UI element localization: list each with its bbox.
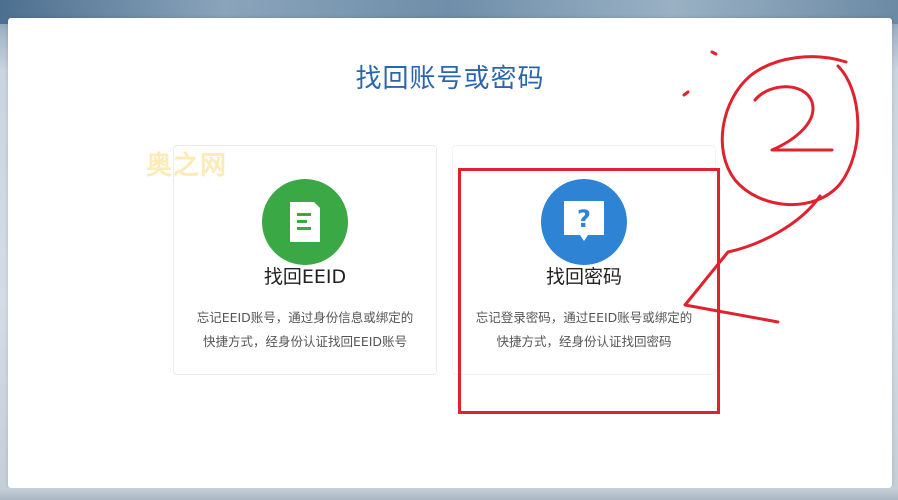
retrieve-eeid-desc-line-1: 忘记EEID账号，通过身份信息或绑定的 (196, 310, 414, 325)
retrieve-eeid-desc-line-2: 快捷方式，经身份认证找回EEID账号 (202, 334, 408, 349)
retrieve-eeid-title: 找回EEID (263, 266, 347, 288)
site-watermark: 奥之网 (146, 151, 228, 181)
document-icon-glyph (290, 202, 320, 242)
page-bottom-bar (0, 488, 898, 500)
retrieve-eeid-description: 忘记EEID账号，通过身份信息或绑定的 快捷方式，经身份认证找回EEID账号 (182, 306, 428, 354)
annotation-highlight-box (458, 168, 720, 414)
page-title: 找回账号或密码 (355, 64, 545, 94)
main-panel: 找回账号或密码 (8, 18, 892, 488)
document-icon (262, 179, 348, 265)
